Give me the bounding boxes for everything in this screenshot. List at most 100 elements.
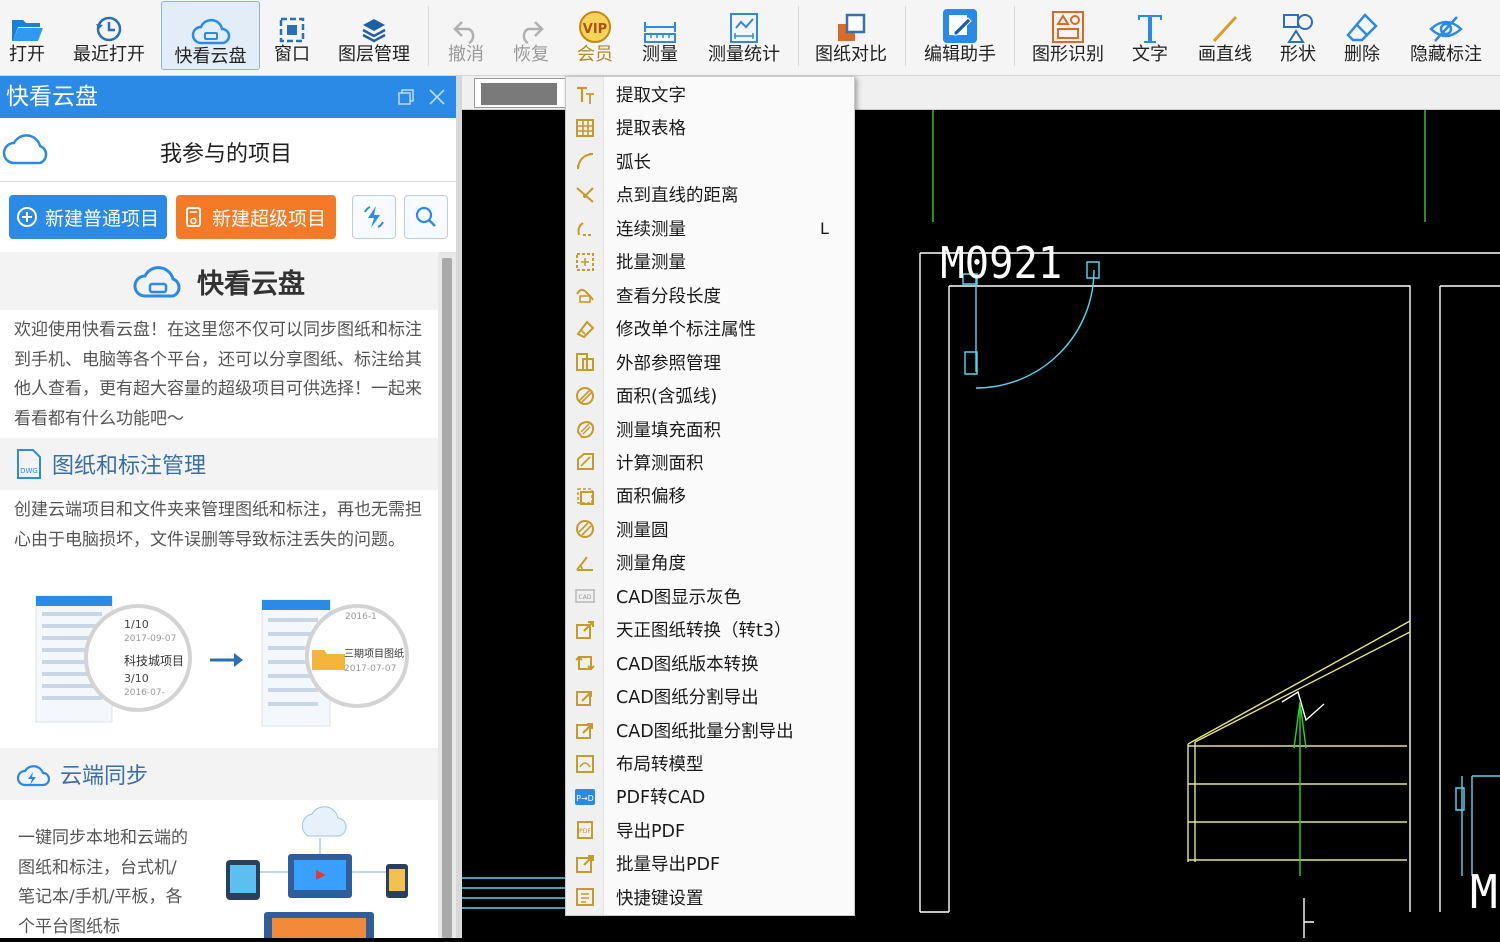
menu-item-2[interactable]: 提取表格 [566,111,854,144]
layer-manage-button[interactable]: 图层管理 [333,0,415,72]
scrollbar-thumb[interactable] [442,258,452,938]
menu-item-label: 快捷键设置 [616,888,704,909]
open-button[interactable]: 打开 [0,0,54,72]
lens2-date: 2016-1 [345,612,377,622]
restore-button[interactable] [392,76,420,118]
lens-project-date: 2016-07- [124,688,165,698]
cloud-sync-illustration [226,806,408,938]
undo-button[interactable]: 撤消 [444,0,488,72]
document-tab[interactable] [474,78,566,108]
point-line-distance-icon [566,184,604,206]
edge-label-text: M [1470,865,1498,919]
menu-item-5[interactable]: 连续测量 L [566,212,854,245]
menu-item-15[interactable]: 测量角度 [566,546,854,579]
arc-length-icon [566,150,604,172]
menu-item-7[interactable]: 查看分段长度 [566,279,854,312]
more-tools-menu: 提取文字提取表格弧长 点到直线的距离连续测量 L 批量测量查看分段长度修改单个标注属性… [565,76,855,916]
hide-annotation-label: 隐藏标注 [1410,44,1482,65]
menu-item-24[interactable]: 批量导出PDF [566,847,854,880]
menu-item-label: 连续测量 [616,219,686,240]
menu-item-17[interactable]: 天正图纸转换（转t3） [566,613,854,646]
segment-length-icon [566,284,604,306]
measure-button[interactable]: 测量 [638,0,682,72]
menu-item-12[interactable]: 计算测面积 [566,446,854,479]
menu-item-label: 测量填充面积 [616,420,721,441]
sync-icon [364,206,384,228]
menu-item-6[interactable]: 批量测量 [566,245,854,278]
menu-item-label: 外部参照管理 [616,353,721,374]
cloud-drive-icon [191,18,230,45]
menu-item-25[interactable]: 快捷键设置 [566,881,854,914]
menu-item-1[interactable]: 提取文字 [566,78,854,111]
main-toolbar: 打开 最近打开 快看云盘 窗口 图层管理 撤消 恢复 VIP 会员 测量 测量统… [0,0,1500,76]
menu-item-9[interactable]: 外部参照管理 [566,346,854,379]
menu-item-19[interactable]: CAD图纸分割导出 [566,680,854,713]
search-icon [415,206,436,227]
text-button[interactable]: 文字 [1130,0,1170,72]
menu-item-18[interactable]: CAD图纸版本转换 [566,647,854,680]
menu-item-label: 提取表格 [616,119,686,140]
menu-item-13[interactable]: 面积偏移 [566,479,854,512]
plus-circle-icon [17,207,37,227]
lens-project-count: 3/10 [124,672,149,685]
lens2-folder-date: 2017-07-07 [344,664,397,674]
project-actions: 新建普通项目 新建超级项目 [0,182,456,254]
menu-item-11[interactable]: 测量填充面积 [566,413,854,446]
menu-item-22[interactable]: P→D PDF转CAD [566,780,854,813]
version-convert-icon [566,652,604,674]
lens-project-name: 科技城项目 [124,654,185,668]
edit-assistant-button[interactable]: 编辑助手 [921,0,999,72]
menu-item-label: 修改单个标注属性 [616,320,756,341]
menu-item-21[interactable]: 布局转模型 [566,747,854,780]
menu-item-label: 导出PDF [616,821,686,842]
panel-title: 快看云盘 [6,84,98,110]
menu-item-16[interactable]: CAD CAD图显示灰色 [566,580,854,613]
cloud-sync-icon [16,765,50,787]
shortcut-settings-icon [566,886,604,908]
new-super-project-button[interactable]: 新建超级项目 [176,195,336,239]
search-button[interactable] [404,195,448,239]
cloud-logo-icon [133,266,181,298]
shape-recognize-button[interactable]: 图形识别 [1028,0,1108,72]
menu-item-8[interactable]: 修改单个标注属性 [566,312,854,345]
menu-item-label: CAD图纸版本转换 [616,654,759,675]
compare-button[interactable]: 图纸对比 [812,0,890,72]
shape-label: 形状 [1280,44,1316,65]
measure-stats-button[interactable]: 测量统计 [704,0,784,72]
hide-annotation-button[interactable]: 隐藏标注 [1408,0,1484,72]
calc-area-icon [566,451,604,473]
menu-item-10[interactable]: 面积(含弧线) [566,379,854,412]
history-icon [96,16,122,42]
vip-button[interactable]: VIP 会员 [573,0,617,72]
recent-button[interactable]: 最近打开 [68,0,150,72]
cloud-drive-button[interactable]: 快看云盘 [161,1,260,70]
delete-button[interactable]: 删除 [1340,0,1384,72]
shape-recognize-label: 图形识别 [1032,44,1104,65]
sync-button[interactable] [352,195,396,239]
eraser-icon [1346,13,1378,42]
close-button[interactable] [423,76,451,118]
menu-item-4[interactable]: 点到直线的距离 [566,178,854,211]
menu-item-label: 批量测量 [616,253,686,274]
measure-icon [644,22,676,43]
panel-scrollbar[interactable] [438,252,456,938]
measure-circle-icon [566,518,604,540]
layers-icon [362,19,386,43]
area-offset-icon [566,485,604,507]
draw-line-button[interactable]: 画直线 [1196,0,1254,72]
shape-button[interactable]: 形状 [1276,0,1320,72]
measure-label: 测量 [642,44,678,65]
redo-button[interactable]: 恢复 [509,0,553,72]
line-icon [1212,15,1238,43]
window-button[interactable]: 窗口 [268,0,316,72]
new-super-project-label: 新建超级项目 [212,207,327,230]
menu-item-14[interactable]: 测量圆 [566,513,854,546]
menu-item-20[interactable]: CAD图纸批量分割导出 [566,714,854,747]
menu-item-23[interactable]: PDF 导出PDF [566,814,854,847]
menu-item-label: 面积(含弧线) [616,387,718,408]
new-normal-project-button[interactable]: 新建普通项目 [9,195,167,239]
menu-item-label: 提取文字 [616,86,686,106]
my-projects-title: 我参与的项目 [159,142,292,167]
menu-item-3[interactable]: 弧长 [566,145,854,178]
menu-item-shortcut: L [820,218,829,238]
